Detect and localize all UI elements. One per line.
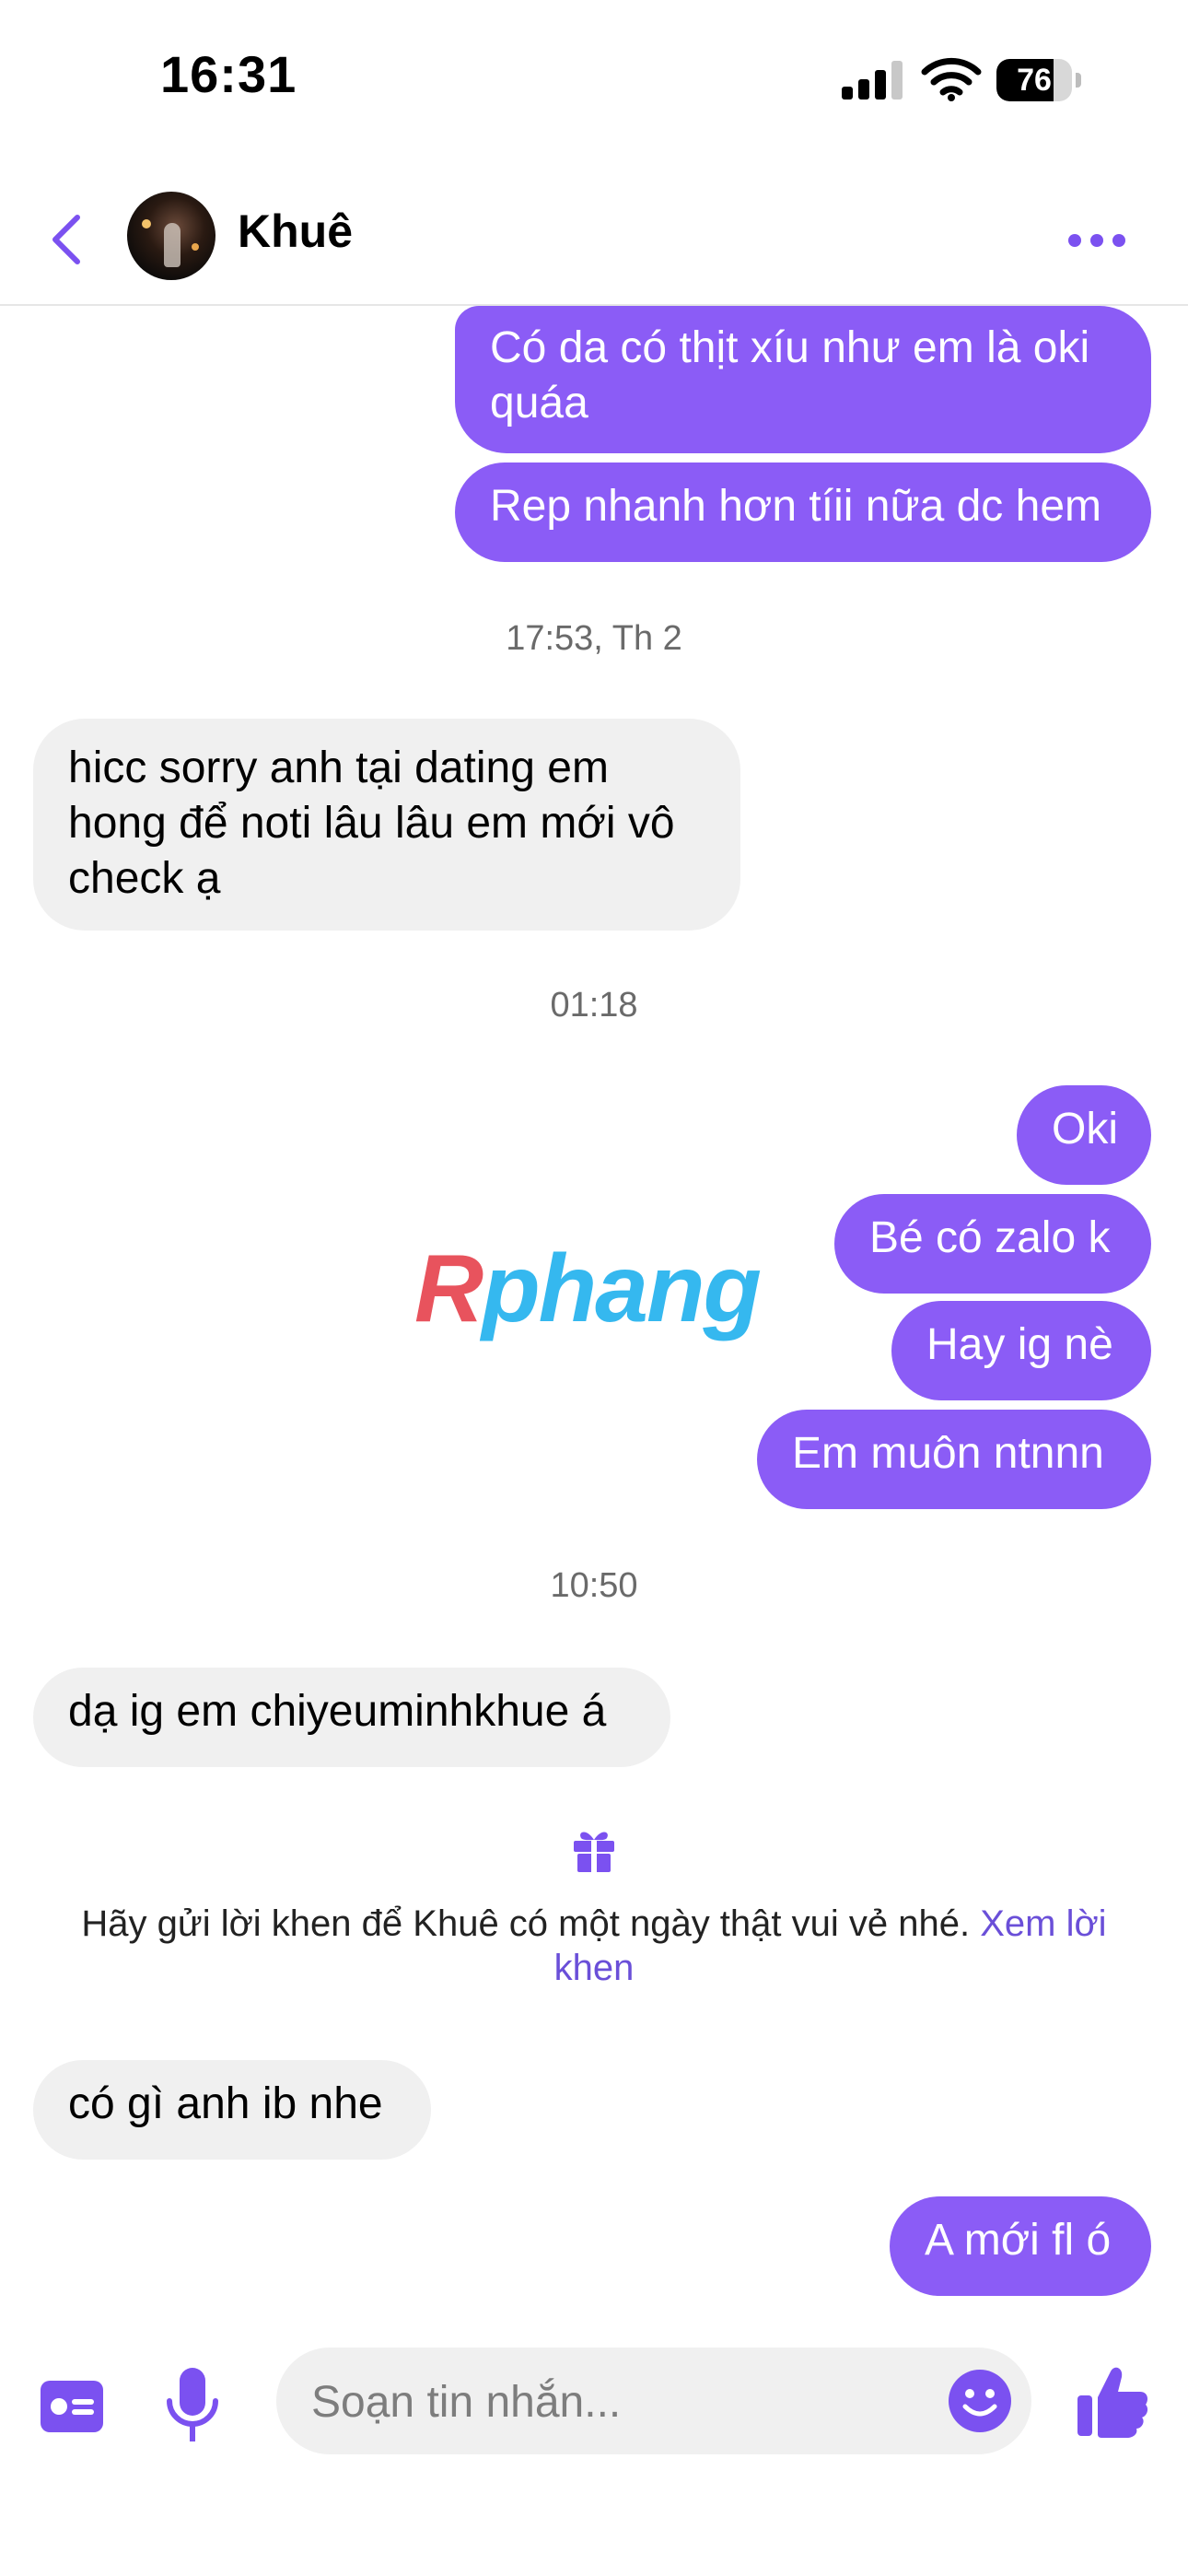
timestamp-separator: 10:50 (550, 1566, 638, 1605)
message-bubble-sent[interactable]: A mới fl ó (890, 2196, 1151, 2296)
back-button[interactable] (41, 210, 96, 269)
timestamp-separator: 01:18 (550, 986, 638, 1025)
message-input[interactable] (309, 2348, 912, 2456)
message-bubble-received[interactable]: dạ ig em chiyeuminhkhue á (33, 1668, 670, 1767)
status-bar: 16:31 76 (0, 0, 1188, 161)
message-bubble-received[interactable]: có gì anh ib nhe (33, 2060, 431, 2160)
watermark-rest: phang (482, 1235, 762, 1342)
message-bubble-sent[interactable]: Rep nhanh hơn tíii nữa dc hem (455, 463, 1151, 562)
timestamp-separator: 17:53, Th 2 (506, 619, 682, 658)
thumbs-up-icon[interactable] (1076, 2362, 1149, 2440)
message-bubble-sent[interactable]: Em muôn ntnnn (757, 1410, 1151, 1509)
battery-percent: 76 (1017, 63, 1052, 98)
emoji-icon[interactable] (947, 2368, 1013, 2434)
message-bubble-sent[interactable]: Có da có thịt xíu như em là oki quáa (455, 306, 1151, 453)
message-bubble-sent[interactable]: Hay ig nè (891, 1301, 1151, 1400)
compliment-text: Hãy gửi lời khen để Khuê có một ngày thậ… (81, 1903, 981, 1944)
message-line: Có da có thịt xíu như em là oki (490, 323, 1090, 372)
message-bubble-sent[interactable]: Bé có zalo k (834, 1194, 1151, 1294)
watermark-r: R (414, 1235, 483, 1342)
message-input-container (276, 2348, 1031, 2456)
contact-card-icon[interactable] (39, 2379, 105, 2434)
gift-icon (574, 1832, 614, 1872)
battery-icon: 76 (996, 59, 1081, 101)
message-bubble-received[interactable]: hicc sorry anh tại dating em hong để not… (33, 719, 740, 931)
cellular-signal-icon (842, 61, 903, 100)
avatar[interactable] (127, 192, 215, 280)
watermark: Rphang (414, 1235, 762, 1344)
message-line: quáa (490, 379, 588, 427)
chat-header: Khuê (0, 175, 1188, 306)
more-options-button[interactable] (1065, 221, 1129, 258)
status-time: 16:31 (160, 45, 297, 103)
microphone-icon[interactable] (162, 2364, 223, 2447)
contact-name[interactable]: Khuê (238, 205, 353, 258)
message-bubble-sent[interactable]: Oki (1017, 1085, 1151, 1185)
compliment-prompt: Hãy gửi lời khen để Khuê có một ngày thậ… (37, 1902, 1151, 1990)
wifi-icon (921, 57, 982, 101)
message-composer (0, 2331, 1188, 2576)
